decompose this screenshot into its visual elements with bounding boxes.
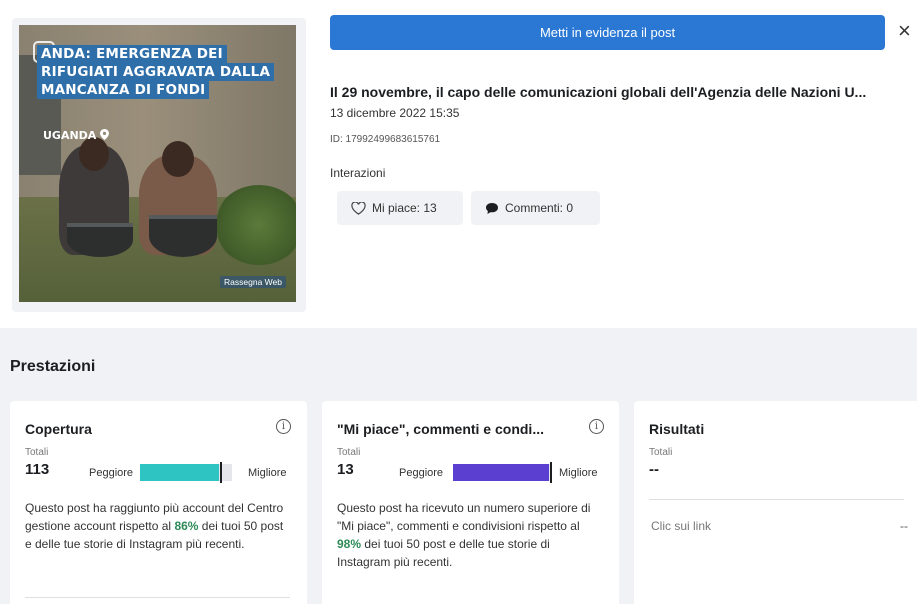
post-image[interactable]: ANDA: EMERGENZA DEI RIFUGIATI AGGRAVATA … bbox=[19, 25, 296, 302]
location-pin-icon bbox=[100, 129, 110, 140]
comments-label: Commenti: 0 bbox=[505, 201, 574, 215]
percentile-value: 98% bbox=[337, 537, 362, 551]
results-card: Risultati Totali -- Clic sui link -- bbox=[634, 401, 917, 604]
comparison-bar-fill bbox=[140, 464, 219, 481]
comparison-bar bbox=[140, 462, 232, 483]
info-icon[interactable]: i bbox=[276, 419, 291, 434]
image-source: Rassegna Web bbox=[220, 276, 286, 288]
post-date: 13 dicembre 2022 15:35 bbox=[330, 106, 460, 120]
total-label: Totali bbox=[337, 447, 361, 458]
better-label: Migliore bbox=[559, 467, 598, 479]
better-label: Migliore bbox=[248, 467, 287, 479]
interactions-label: Interazioni bbox=[330, 166, 386, 180]
comparison-bar-fill bbox=[453, 464, 549, 481]
comment-bubble-icon bbox=[486, 202, 498, 214]
likes-chip[interactable]: Mi piace: 13 bbox=[337, 191, 463, 225]
performance-title: Prestazioni bbox=[10, 358, 96, 375]
total-label: Totali bbox=[25, 447, 49, 458]
percentile-value: 86% bbox=[174, 519, 199, 533]
post-title: Il 29 novembre, il capo delle comunicazi… bbox=[330, 84, 867, 100]
engagement-card: "Mi piace", commenti e condi... i Totali… bbox=[322, 401, 619, 604]
link-clicks-label: Clic sui link bbox=[651, 519, 712, 533]
link-clicks-value: -- bbox=[900, 519, 908, 533]
worse-label: Peggiore bbox=[89, 467, 134, 479]
heart-icon bbox=[351, 201, 366, 215]
reach-card: Copertura i Totali 113 Peggiore Migliore… bbox=[10, 401, 307, 604]
worse-label: Peggiore bbox=[399, 467, 444, 479]
total-value: 113 bbox=[25, 461, 50, 478]
post-id: ID: 17992499683615761 bbox=[330, 134, 441, 145]
total-label: Totali bbox=[649, 447, 673, 458]
card-title: Risultati bbox=[649, 421, 705, 437]
likes-label: Mi piace: 13 bbox=[372, 201, 437, 215]
image-location: UGANDA bbox=[43, 129, 110, 142]
engagement-description: Questo post ha ricevuto un numero superi… bbox=[337, 501, 591, 569]
image-headline: ANDA: EMERGENZA DEI RIFUGIATI AGGRAVATA … bbox=[37, 45, 275, 99]
info-icon[interactable]: i bbox=[589, 419, 604, 434]
comparison-bar-marker bbox=[550, 462, 552, 483]
reach-description: Questo post ha raggiunto più account del… bbox=[25, 501, 284, 551]
total-value: -- bbox=[649, 461, 659, 478]
comparison-bar-marker bbox=[220, 462, 222, 483]
close-icon[interactable]: × bbox=[898, 18, 911, 44]
comments-chip[interactable]: Commenti: 0 bbox=[471, 191, 600, 225]
comparison-bar bbox=[453, 462, 552, 483]
total-value: 13 bbox=[337, 461, 354, 478]
card-title: Copertura bbox=[25, 421, 92, 437]
card-title: "Mi piace", commenti e condi... bbox=[337, 421, 544, 437]
promote-post-button[interactable]: Metti in evidenza il post bbox=[330, 15, 885, 50]
